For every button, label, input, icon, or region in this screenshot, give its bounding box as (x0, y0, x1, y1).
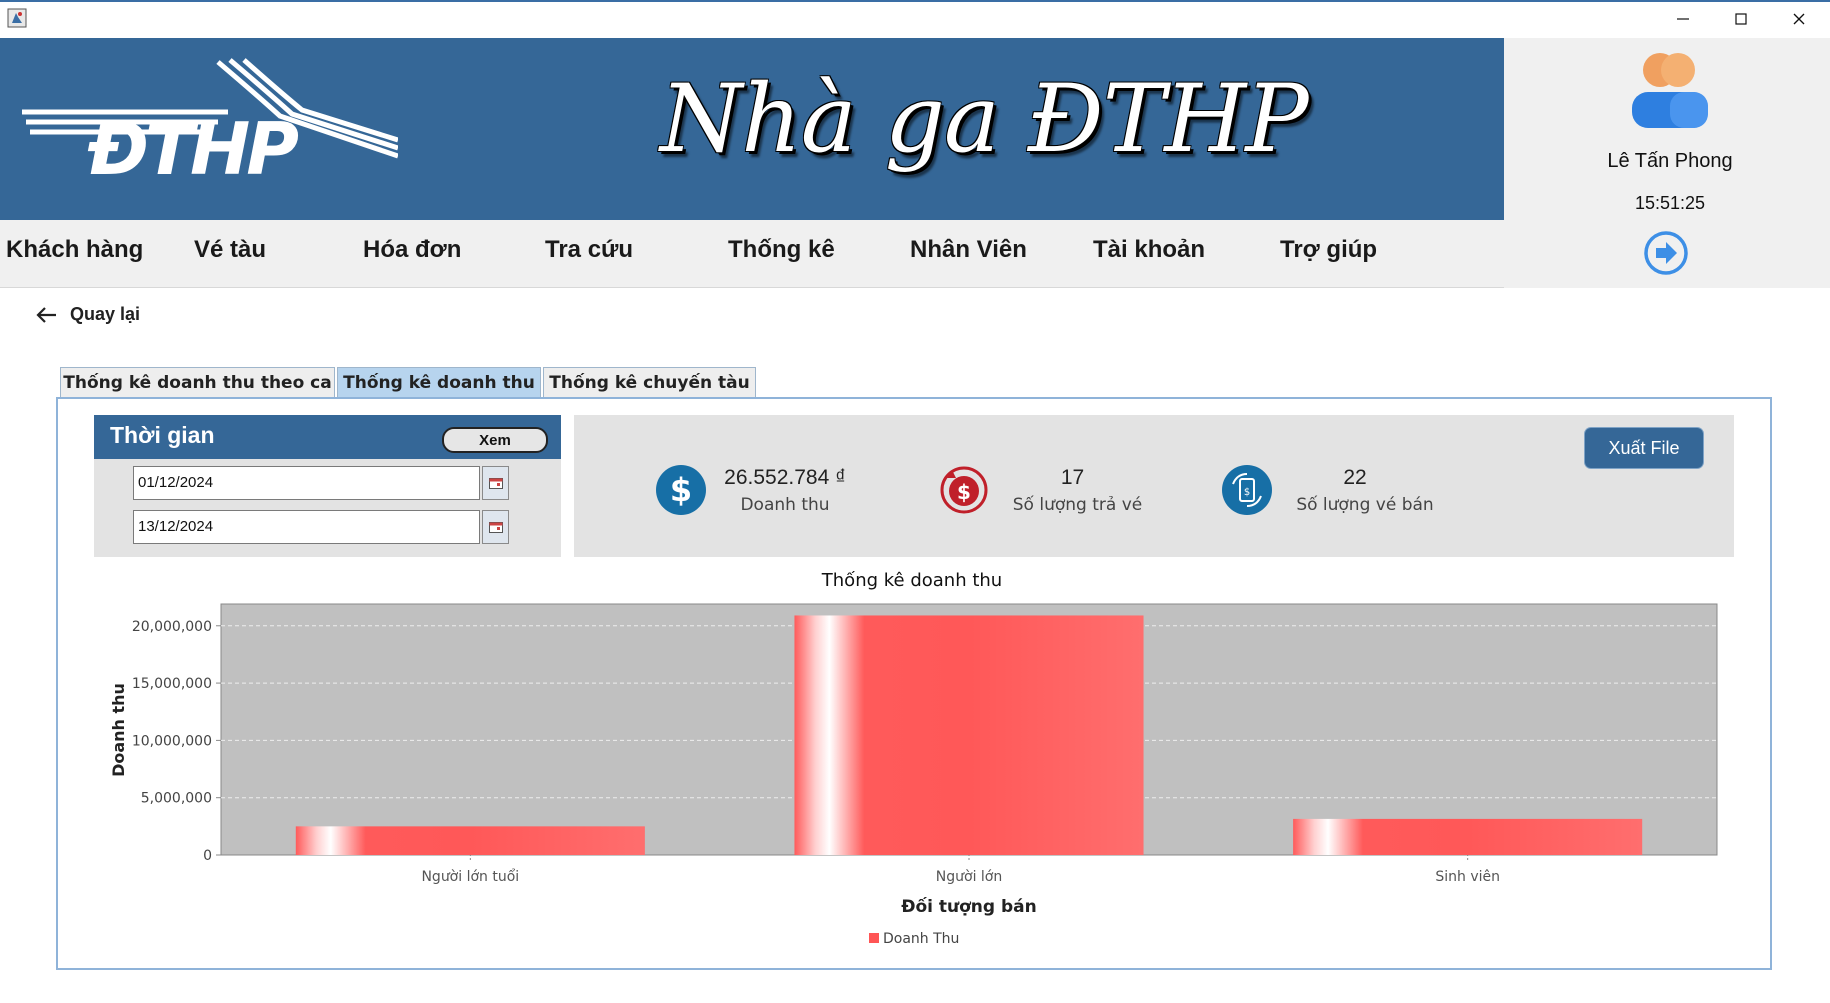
tab-train-trips[interactable]: Thống kê chuyến tàu (543, 367, 756, 397)
x-axis-label: Đối tượng bán (901, 896, 1037, 917)
user-name: Lê Tấn Phong (1607, 150, 1733, 172)
arrow-left-icon (36, 306, 56, 323)
y-axis-label: Doanh thu (109, 683, 128, 777)
bar (295, 826, 645, 855)
revenue-bar-chart: Thống kê doanh thu 0 5,000,000 10,000,000 1… (109, 570, 1718, 947)
svg-text:$: $ (670, 471, 692, 509)
back-label: Quay lại (70, 304, 141, 324)
svg-text:$: $ (1244, 487, 1250, 498)
menu-item-thong-ke[interactable]: Thống kê (728, 236, 835, 264)
bar (794, 615, 1144, 855)
back-button[interactable]: Quay lại (36, 304, 140, 325)
menu-item-tai-khoan[interactable]: Tài khoản (1093, 236, 1205, 264)
y-tick-label: 20,000,000 (132, 619, 212, 635)
to-date-field[interactable]: 13/12/2024 (133, 510, 480, 544)
sold-value: 22 (1343, 466, 1367, 489)
legend-swatch (869, 933, 879, 943)
svg-text:ĐTHP: ĐTHP (87, 107, 298, 182)
svg-text:$: $ (957, 480, 971, 504)
from-date-field[interactable]: 01/12/2024 (133, 466, 480, 500)
tab-revenue[interactable]: Thống kê doanh thu (337, 367, 541, 397)
legend-label: Doanh Thu (883, 931, 959, 947)
x-tick-label: Người lớn tuổi (421, 868, 519, 885)
revenue-value: 26.552.784 ₫ (724, 466, 846, 489)
logout-icon[interactable] (1643, 230, 1689, 276)
bar (1293, 818, 1643, 855)
java-app-icon (7, 8, 27, 28)
export-file-button[interactable]: Xuất File (1585, 428, 1703, 468)
menu-item-nhan-vien[interactable]: Nhân Viên (910, 236, 1027, 264)
calendar-icon[interactable] (482, 510, 509, 544)
x-axis: Người lớn tuổi Người lớn Sinh viên (221, 855, 1717, 885)
y-axis: 0 5,000,000 10,000,000 15,000,000 20,000,000 (132, 619, 221, 864)
ticket-exchange-icon: $ (1221, 464, 1273, 516)
returns-label: Số lượng trả vé (1012, 495, 1143, 515)
time-filter-title: Thời gian (110, 422, 215, 448)
minimize-icon[interactable] (1654, 0, 1712, 38)
y-tick-label: 0 (203, 848, 212, 864)
x-tick-label: Người lớn (936, 869, 1002, 885)
calendar-icon[interactable] (482, 466, 509, 500)
sold-label: Số lượng vé bán (1296, 495, 1434, 515)
close-icon[interactable] (1770, 0, 1828, 38)
tab-revenue-by-shift[interactable]: Thống kê doanh thu theo ca (60, 367, 335, 397)
menu-item-khach-hang[interactable]: Khách hàng (6, 236, 143, 264)
dollar-icon: $ (655, 464, 707, 516)
x-tick-label: Sinh viên (1435, 869, 1500, 885)
menu-item-hoa-don[interactable]: Hóa đơn (363, 236, 461, 264)
station-title: Nhà ga ĐTHP (660, 65, 1309, 174)
maximize-icon[interactable] (1712, 0, 1770, 38)
user-avatar-icon (1628, 48, 1712, 128)
clock: 15:51:25 (1634, 193, 1706, 213)
window-title-bar (0, 0, 1830, 38)
menu-item-tra-cuu[interactable]: Tra cứu (545, 236, 633, 264)
menu-item-ve-tau[interactable]: Vé tàu (194, 236, 266, 264)
company-logo: ĐTHP (18, 56, 399, 191)
returns-value: 17 (1060, 466, 1085, 489)
view-button[interactable]: Xem (442, 427, 548, 453)
menu-item-tro-giup[interactable]: Trợ giúp (1280, 236, 1377, 264)
y-tick-label: 15,000,000 (132, 676, 212, 692)
chart-title: Thống kê doanh thu (821, 570, 1002, 591)
y-tick-label: 5,000,000 (141, 791, 212, 807)
y-tick-label: 10,000,000 (132, 733, 212, 749)
revenue-label: Doanh thu (740, 495, 830, 515)
refund-icon: $ (938, 464, 990, 516)
